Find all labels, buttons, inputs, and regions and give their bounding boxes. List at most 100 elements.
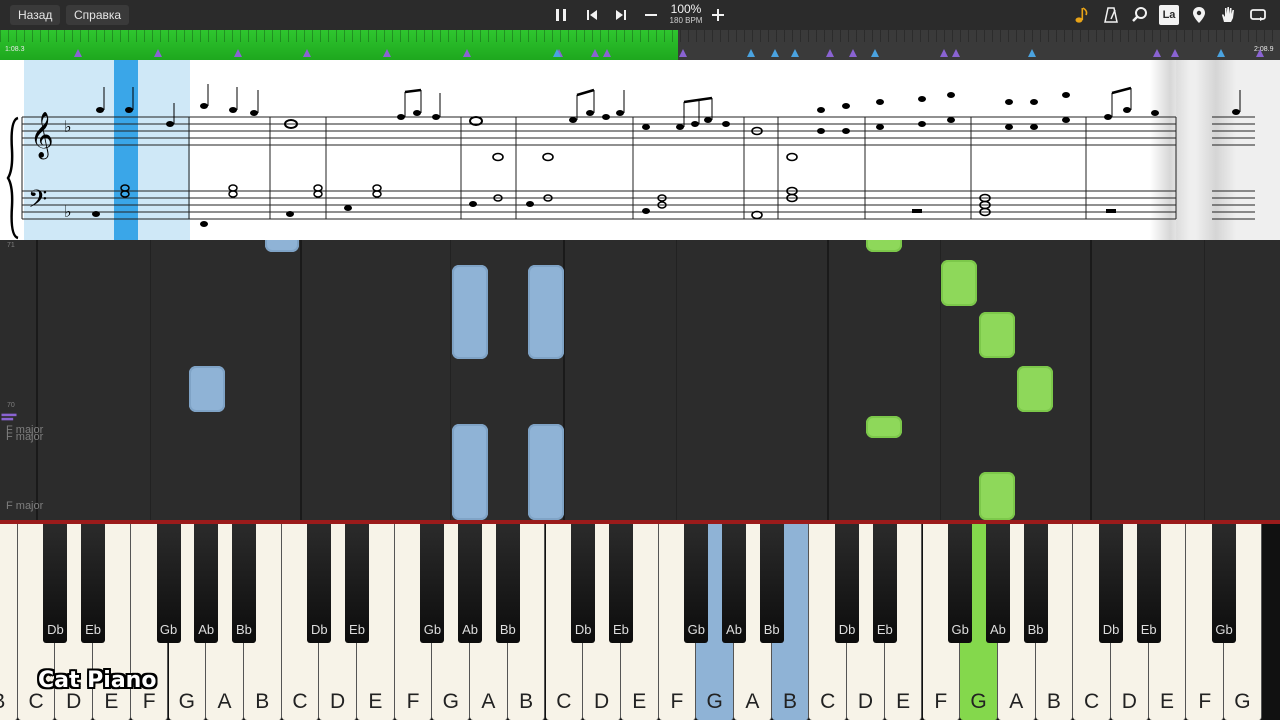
black-key[interactable]: Bb (759, 524, 784, 643)
black-key[interactable]: Gb (684, 524, 709, 643)
black-key[interactable]: Bb (495, 524, 520, 643)
key-signature-label: F major (6, 431, 44, 443)
treble-clef: 𝄞 (30, 112, 54, 160)
plus-icon[interactable] (708, 5, 728, 25)
cat-piano-watermark: Cat Piano (38, 668, 157, 693)
bass-staff (22, 190, 1255, 220)
timeline-marker-purple (679, 49, 687, 57)
black-key[interactable]: Ab (722, 524, 746, 643)
white-key-label: E (632, 690, 647, 713)
magnifier-icon[interactable] (1130, 5, 1150, 25)
black-key[interactable]: Db (1099, 524, 1123, 643)
white-key-label: F (934, 690, 948, 713)
timeline-marker-purple (234, 49, 242, 57)
black-key[interactable]: Eb (1136, 524, 1161, 643)
falling-note-right-hand (866, 416, 902, 438)
black-key[interactable]: Gb (156, 524, 181, 643)
back-button[interactable]: Назад (10, 5, 61, 25)
black-key[interactable]: Db (835, 524, 860, 643)
white-key-label: C (28, 690, 44, 713)
white-key-label: B (1046, 690, 1061, 713)
black-key[interactable]: Db (571, 524, 596, 643)
falling-note-left-hand (528, 265, 564, 359)
note-icon[interactable] (1071, 5, 1091, 25)
black-key-label: Ab (462, 622, 479, 637)
falling-note-left-hand (189, 366, 225, 412)
black-key[interactable]: Gb (948, 524, 973, 643)
white-key-label: D (857, 690, 874, 713)
hand-icon[interactable] (1218, 5, 1238, 25)
notation-label-icon[interactable]: La (1159, 5, 1179, 25)
falling-note-right-hand (979, 472, 1015, 520)
timeline-marker-purple (826, 49, 834, 57)
timeline-marker-purple (952, 49, 960, 57)
skip-forward-icon[interactable] (611, 5, 631, 25)
key-signature-label: F major (6, 500, 44, 512)
timeline-marker-purple (1153, 49, 1161, 57)
timeline-bar[interactable]: 1:08.3 2:08.9 (0, 30, 1280, 60)
black-key[interactable]: Ab (194, 524, 219, 643)
loop-icon[interactable] (1248, 5, 1268, 25)
roll-pitch-number: 70 (7, 402, 15, 409)
black-key[interactable]: Db (43, 524, 68, 643)
white-key-label: G (970, 690, 987, 713)
sheet-music: 𝄞 𝄢 ♭ ♭ (0, 60, 1280, 240)
black-key-label: Bb (1027, 622, 1044, 637)
roll-line (150, 240, 151, 520)
black-key[interactable]: Db (307, 524, 332, 643)
black-key[interactable]: Eb (608, 524, 633, 643)
piano-keyboard: BCDEFGABCDEFGABCDEFGABCDEFGABCDEFGBbDbEb… (0, 520, 1280, 720)
black-key-label: Db (1102, 622, 1120, 637)
black-key[interactable]: Bb (231, 524, 256, 643)
minus-icon[interactable] (641, 5, 661, 25)
grand-staff-brace (6, 116, 19, 240)
key-flat-bass: ♭ (64, 202, 72, 221)
timeline-marker-blue (1217, 49, 1225, 57)
white-key[interactable]: B (0, 524, 18, 720)
white-key-label: B (783, 690, 798, 713)
black-key[interactable]: Eb (345, 524, 369, 643)
white-key-label: F (1198, 690, 1212, 713)
falling-note-left-hand (528, 424, 564, 520)
timeline-marker-blue (871, 49, 879, 57)
black-key[interactable]: Ab (985, 524, 1010, 643)
white-key-label: A (1009, 690, 1024, 713)
black-key[interactable]: Eb (81, 524, 106, 643)
falling-note-right-hand (941, 260, 977, 306)
falling-note-right-hand (866, 240, 902, 252)
timeline-marker-blue (791, 49, 799, 57)
tempo-bpm: 180 BPM (669, 16, 703, 25)
black-key[interactable]: Gb (1212, 524, 1237, 643)
timeline-marker-purple (603, 49, 611, 57)
help-button[interactable]: Справка (66, 5, 130, 25)
roll-measure-line (827, 240, 829, 520)
white-key-label: E (896, 690, 911, 713)
skip-back-icon[interactable] (582, 5, 602, 25)
white-key-label: D (330, 690, 346, 713)
white-key-label: D (66, 690, 82, 713)
white-key-label: A (745, 690, 760, 713)
black-key[interactable]: Bb (1023, 524, 1048, 643)
white-key-label: G (706, 690, 723, 713)
white-key-label: B (519, 690, 534, 713)
falling-note-left-hand (452, 424, 488, 520)
timeline-marker-purple (463, 49, 471, 57)
white-key-label: G (178, 690, 196, 713)
metronome-icon[interactable] (1101, 5, 1121, 25)
black-key-label: Ab (726, 622, 742, 637)
black-key-label: Bb (499, 622, 516, 637)
black-key[interactable]: Ab (458, 524, 483, 643)
black-key[interactable]: Eb (872, 524, 897, 643)
timeline-marker-blue (553, 49, 561, 57)
location-pin-icon[interactable] (1189, 5, 1209, 25)
timeline-marker-purple (940, 49, 948, 57)
white-key-label: F (670, 690, 684, 713)
white-key-label: E (1160, 690, 1175, 713)
pause-icon[interactable] (551, 5, 571, 25)
falling-note-right-hand (979, 312, 1015, 358)
bar-lines (21, 117, 1177, 219)
black-key-label: Gb (423, 622, 442, 637)
black-key[interactable]: Gb (420, 524, 445, 643)
roll-measure-line (36, 240, 38, 520)
roll-measure-line (1090, 240, 1092, 520)
